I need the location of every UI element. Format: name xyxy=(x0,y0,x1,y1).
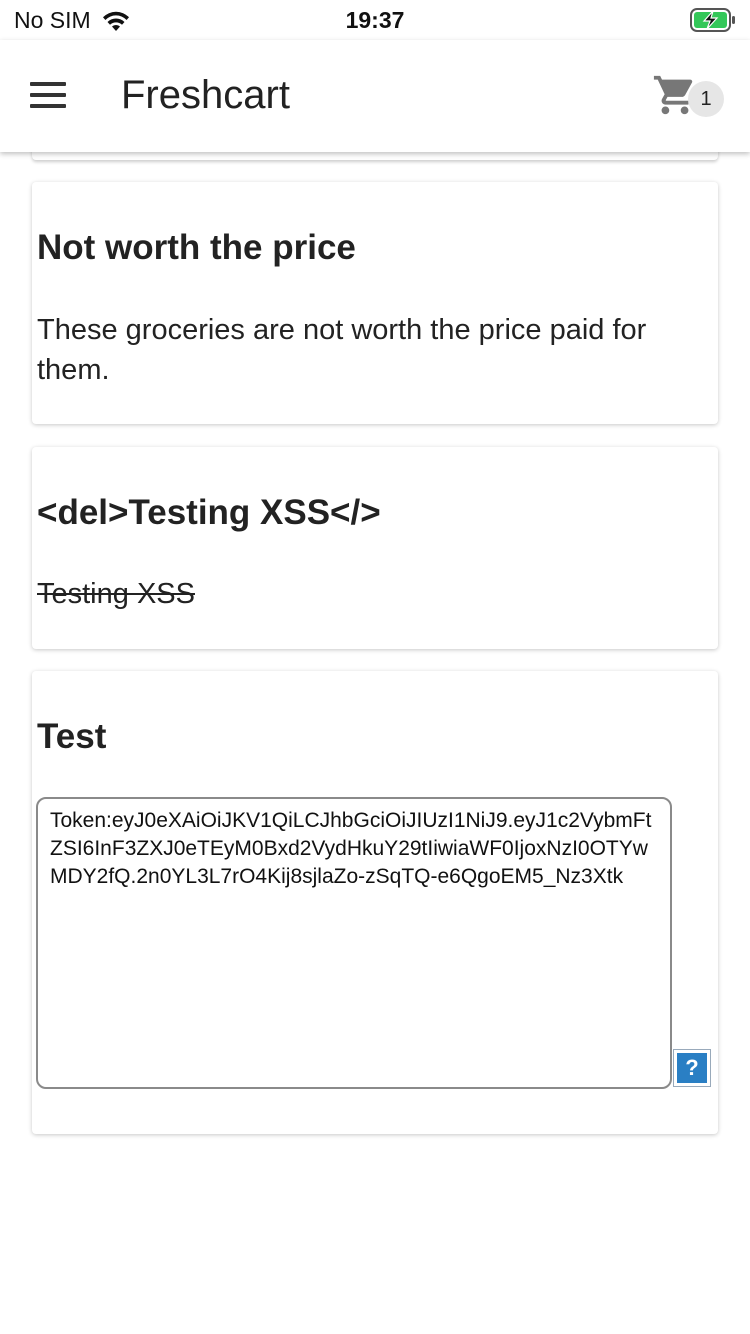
hamburger-icon-line xyxy=(30,93,66,97)
help-button[interactable]: ? xyxy=(673,1049,711,1087)
battery-icon xyxy=(690,8,736,37)
review-card: Not worth the price These groceries are … xyxy=(32,182,718,424)
review-body: These groceries are not worth the price … xyxy=(37,314,647,386)
review-body-textbox[interactable]: Token:eyJ0eXAiOiJKV1QiLCJhbGciOiJIUzI1Ni… xyxy=(36,797,672,1089)
review-body: Testing XSS xyxy=(37,578,195,610)
menu-button[interactable] xyxy=(30,82,66,110)
help-icon: ? xyxy=(677,1053,707,1083)
hamburger-icon-line xyxy=(30,104,66,108)
review-title: Test xyxy=(37,717,107,756)
status-bar: No SIM 19:37 xyxy=(0,0,750,40)
app-bar: Freshcart 1 xyxy=(0,40,750,152)
review-title: Not worth the price xyxy=(37,228,356,267)
hamburger-icon xyxy=(30,82,66,86)
status-time: 19:37 xyxy=(345,7,405,33)
review-card: <del>Testing XSS</> Testing XSS xyxy=(32,447,718,649)
cart-count-badge: 1 xyxy=(688,81,724,117)
app-title: Freshcart xyxy=(121,73,290,117)
review-title: <del>Testing XSS</> xyxy=(37,493,381,532)
review-card: Test Token:eyJ0eXAiOiJKV1QiLCJhbGciOiJIU… xyxy=(32,671,718,1134)
